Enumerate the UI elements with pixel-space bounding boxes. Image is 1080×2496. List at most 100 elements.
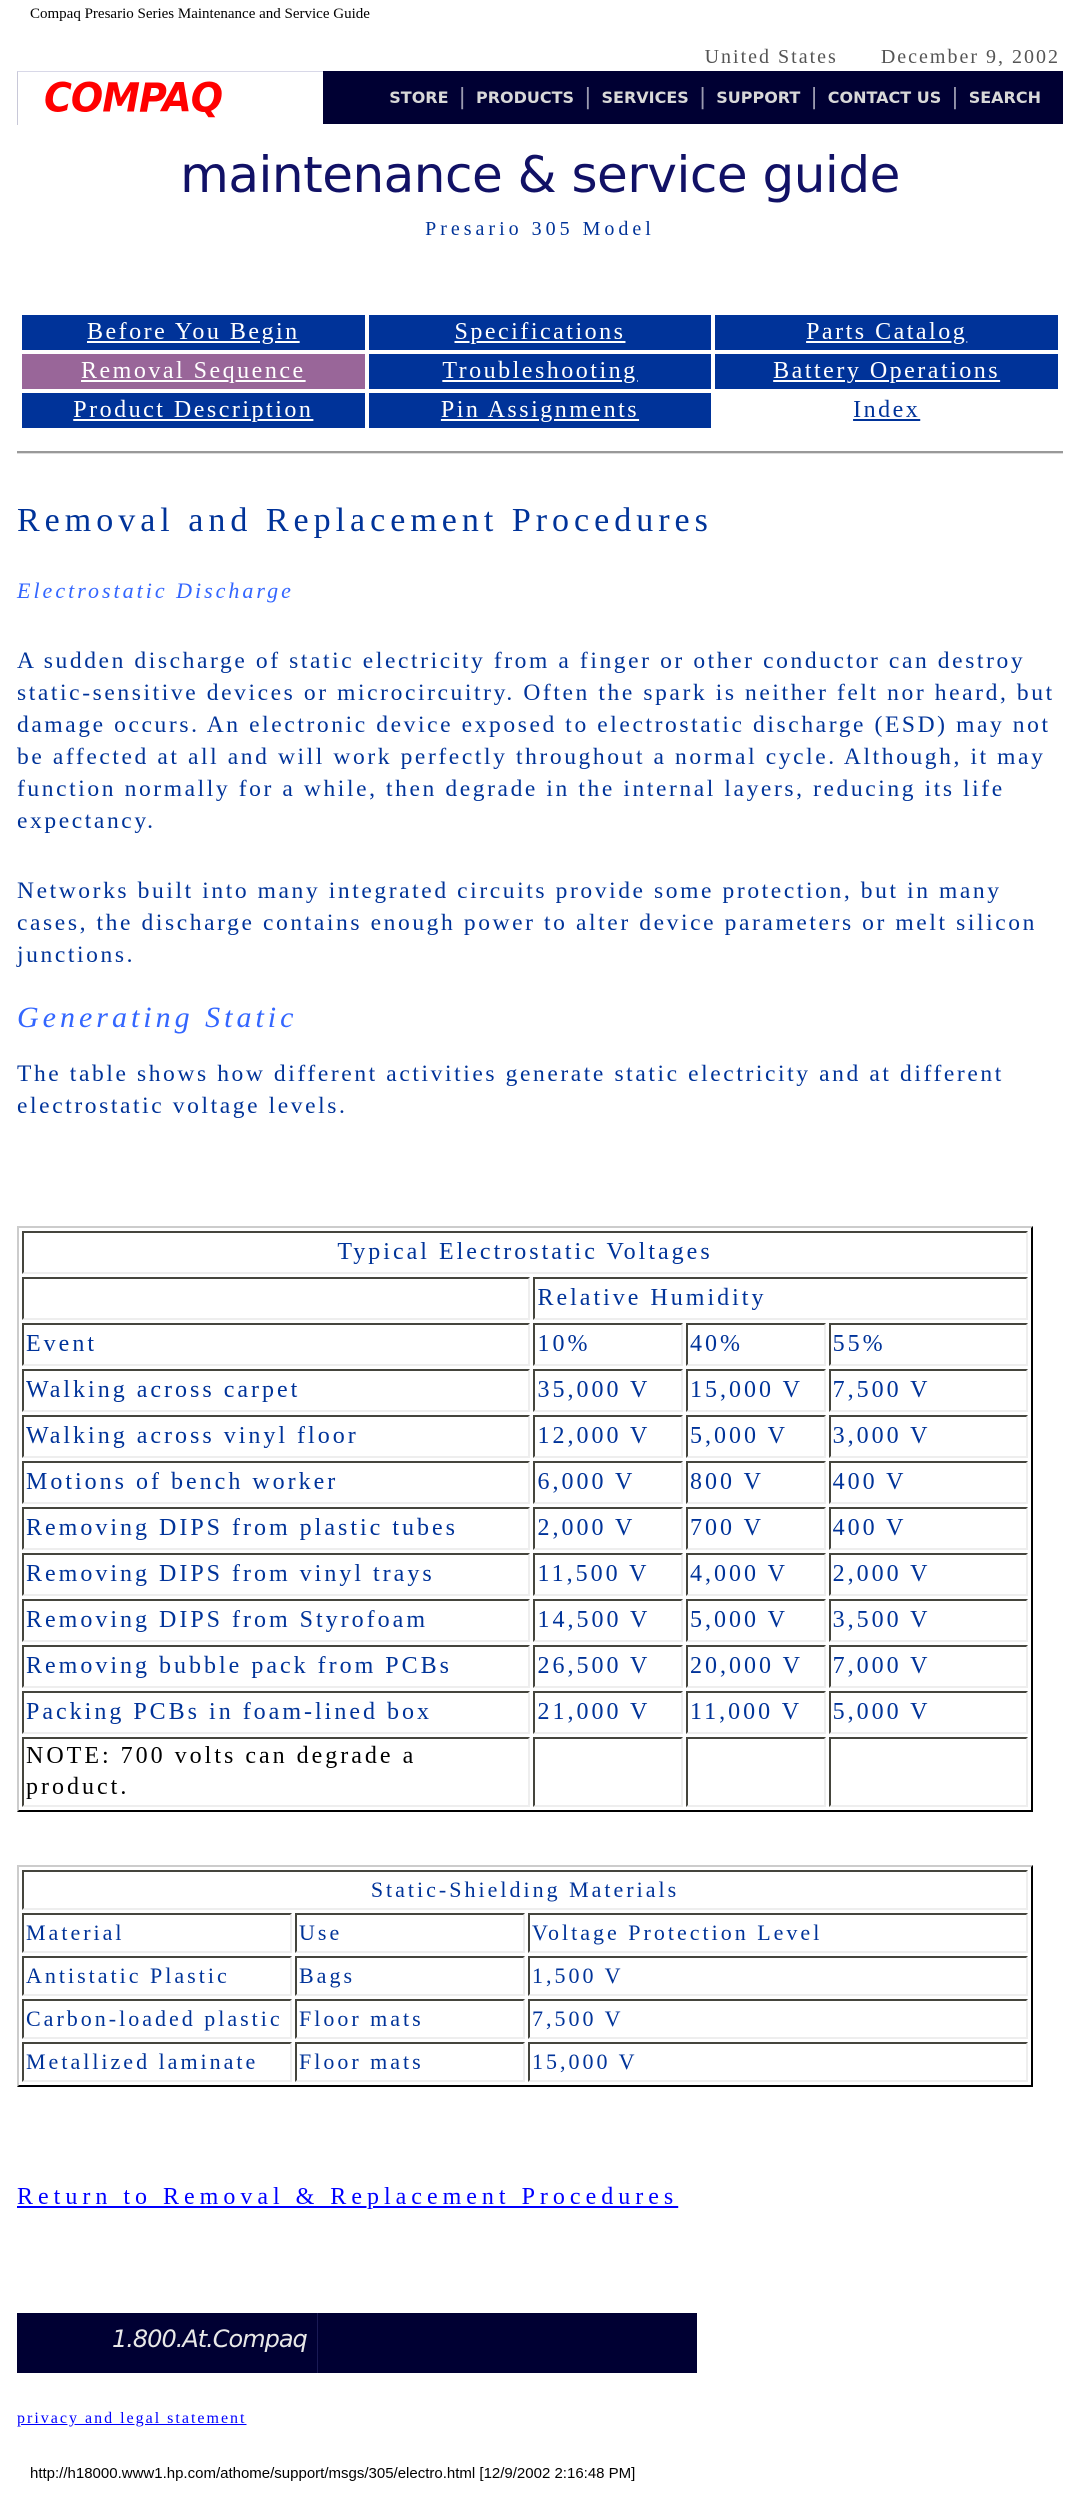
nav-separator: | bbox=[951, 85, 959, 110]
material-cell: Metallized laminate bbox=[22, 2042, 292, 2082]
table-caption: Static-Shielding Materials bbox=[22, 1870, 1028, 1910]
value-cell: 15,000 V bbox=[528, 2042, 1028, 2082]
guide-title: maintenance & service guide bbox=[180, 146, 900, 204]
nav-contact-us[interactable]: CONTACT US bbox=[818, 88, 952, 107]
section-link-battery-operations[interactable]: Battery Operations bbox=[773, 358, 1000, 384]
date-label: December 9, 2002 bbox=[880, 46, 1060, 68]
top-info: United States December 9, 2002 bbox=[669, 46, 1060, 69]
paragraph-table-intro: The table shows how different activities… bbox=[17, 1061, 1004, 1119]
section-heading-generating-static: Generating Static bbox=[17, 1001, 298, 1034]
value-cell: 2,000 V bbox=[828, 1553, 1028, 1596]
section-link-parts-catalog[interactable]: Parts Catalog bbox=[806, 319, 967, 345]
value-cell: 5,000 V bbox=[686, 1415, 826, 1458]
phone-number: 1.800.At.Compaq bbox=[112, 2325, 308, 2353]
value-cell: 26,500 V bbox=[533, 1645, 684, 1688]
use-cell: Bags bbox=[295, 1956, 525, 1996]
value-cell: 3,500 V bbox=[828, 1599, 1028, 1642]
privacy-link[interactable]: privacy and legal statement bbox=[17, 2410, 246, 2428]
material-cell: Carbon-loaded plastic bbox=[22, 1999, 292, 2039]
value-cell: 21,000 V bbox=[533, 1691, 684, 1734]
phone-banner[interactable]: 1.800.At.Compaq bbox=[17, 2313, 697, 2373]
event-cell: Walking across carpet bbox=[22, 1369, 531, 1412]
country-label: United States bbox=[704, 46, 838, 68]
table-caption: Typical Electrostatic Voltages bbox=[22, 1231, 1028, 1274]
empty-cell bbox=[22, 1277, 531, 1320]
section-nav-cell: Before You Begin bbox=[22, 315, 365, 350]
value-cell: 14,500 V bbox=[533, 1599, 684, 1642]
table-row: Removing DIPS from plastic tubes 2,000 V7… bbox=[22, 1507, 1028, 1550]
section-link-removal-sequence[interactable]: Removal Sequence bbox=[81, 358, 306, 384]
nav-separator: | bbox=[584, 85, 592, 110]
value-cell: 15,000 V bbox=[686, 1369, 826, 1412]
column-header: Use bbox=[295, 1913, 525, 1953]
nav-products[interactable]: PRODUCTS bbox=[466, 88, 584, 107]
section-link-index[interactable]: Index bbox=[853, 397, 920, 423]
nav-store[interactable]: STORE bbox=[379, 88, 458, 107]
value-cell: 35,000 V bbox=[533, 1369, 684, 1412]
event-cell: Removing DIPS from vinyl trays bbox=[22, 1553, 531, 1596]
column-header: Voltage Protection Level bbox=[528, 1913, 1028, 1953]
note-row: NOTE: 700 volts can degrade a product. bbox=[22, 1737, 1028, 1807]
section-link-pin-assignments[interactable]: Pin Assignments bbox=[441, 397, 639, 423]
print-footer-url: http://h18000.www1.hp.com/athome/support… bbox=[30, 2465, 636, 2482]
event-cell: Removing DIPS from Styrofoam bbox=[22, 1599, 531, 1642]
table-row: Packing PCBs in foam-lined box 21,000 V 11… bbox=[22, 1691, 1028, 1734]
value-cell: 6,000 V bbox=[533, 1461, 684, 1504]
table-row: Removing DIPS from vinyl trays 11,500 V 4,… bbox=[22, 1553, 1028, 1596]
table-row: Carbon-loaded plastic Floor mats 7,500 V bbox=[22, 1999, 1028, 2039]
table-row: Walking across vinyl floor 12,000 V 5,000 … bbox=[22, 1415, 1028, 1458]
note-cell: NOTE: 700 volts can degrade a product. bbox=[22, 1737, 531, 1807]
event-cell: Removing DIPS from plastic tubes bbox=[22, 1507, 531, 1550]
compaq-logo: COMPAQ bbox=[44, 74, 223, 122]
section-nav-cell-active: Removal Sequence bbox=[22, 354, 365, 389]
value-cell: 20,000 V bbox=[686, 1645, 826, 1688]
section-heading-esd: Electrostatic Discharge bbox=[17, 578, 294, 603]
section-link-product-description[interactable]: Product Description bbox=[73, 397, 313, 423]
section-nav-cell: Specifications bbox=[368, 315, 712, 350]
section-nav-cell: Battery Operations bbox=[715, 354, 1058, 389]
value-cell: 11,000 V bbox=[686, 1691, 826, 1734]
model-subtitle: Presario 305 Model bbox=[425, 218, 655, 240]
value-cell: 800 V bbox=[686, 1461, 826, 1504]
voltages-table: Typical Electrostatic Voltages Relative … bbox=[17, 1226, 1033, 1812]
value-cell: 12,000 V bbox=[533, 1415, 684, 1458]
section-nav: Before You Begin Specifications Parts Ca… bbox=[18, 311, 1062, 432]
print-header: Compaq Presario Series Maintenance and S… bbox=[30, 6, 370, 22]
value-cell: 7,000 V bbox=[828, 1645, 1028, 1688]
nav-support[interactable]: SUPPORT bbox=[706, 88, 810, 107]
nav-services[interactable]: SERVICES bbox=[592, 88, 699, 107]
value-cell: 2,000 V bbox=[533, 1507, 684, 1550]
table-header-row: Event 10% 40% 55% bbox=[22, 1323, 1028, 1366]
use-cell: Floor mats bbox=[295, 1999, 525, 2039]
value-cell: 7,500 V bbox=[828, 1369, 1028, 1412]
value-cell: 700 V bbox=[686, 1507, 826, 1550]
section-nav-cell: Product Description bbox=[22, 393, 365, 428]
compaq-logo-link[interactable]: COMPAQ bbox=[17, 71, 324, 125]
column-header: Material bbox=[22, 1913, 292, 1953]
section-link-before-you-begin[interactable]: Before You Begin bbox=[87, 319, 300, 345]
section-link-specifications[interactable]: Specifications bbox=[455, 319, 626, 345]
table-row: Motions of bench worker 6,000 V 800 V 400 V bbox=[22, 1461, 1028, 1504]
top-nav: STORE | PRODUCTS | SERVICES | SUPPORT | CONT… bbox=[323, 71, 1063, 124]
section-nav-cell: Parts Catalog bbox=[715, 315, 1058, 350]
table-row: Removing DIPS from Styrofoam 14,500 V 5,00… bbox=[22, 1599, 1028, 1642]
value-cell: 5,000 V bbox=[686, 1599, 826, 1642]
paragraph-networks: Networks built into many integrated circ… bbox=[17, 878, 1037, 968]
section-nav-cell: Troubleshooting bbox=[368, 354, 712, 389]
value-cell: 1,500 V bbox=[528, 1956, 1028, 1996]
table-row: Metallized laminate Floor mats 15,000 V bbox=[22, 2042, 1028, 2082]
column-header: 10% bbox=[533, 1323, 684, 1366]
value-cell: 400 V bbox=[828, 1461, 1028, 1504]
empty-cell bbox=[828, 1737, 1028, 1807]
empty-cell bbox=[533, 1737, 684, 1807]
empty-cell bbox=[686, 1737, 826, 1807]
section-nav-cell: Pin Assignments bbox=[368, 393, 712, 428]
return-link[interactable]: Return to Removal & Replacement Procedur… bbox=[17, 2184, 678, 2211]
column-header: Event bbox=[22, 1323, 531, 1366]
nav-search[interactable]: SEARCH bbox=[959, 88, 1051, 107]
section-link-troubleshooting[interactable]: Troubleshooting bbox=[442, 358, 637, 384]
event-cell: Packing PCBs in foam-lined box bbox=[22, 1691, 531, 1734]
value-cell: 3,000 V bbox=[828, 1415, 1028, 1458]
nav-separator: | bbox=[698, 85, 707, 110]
group-header: Relative Humidity bbox=[533, 1277, 1028, 1320]
